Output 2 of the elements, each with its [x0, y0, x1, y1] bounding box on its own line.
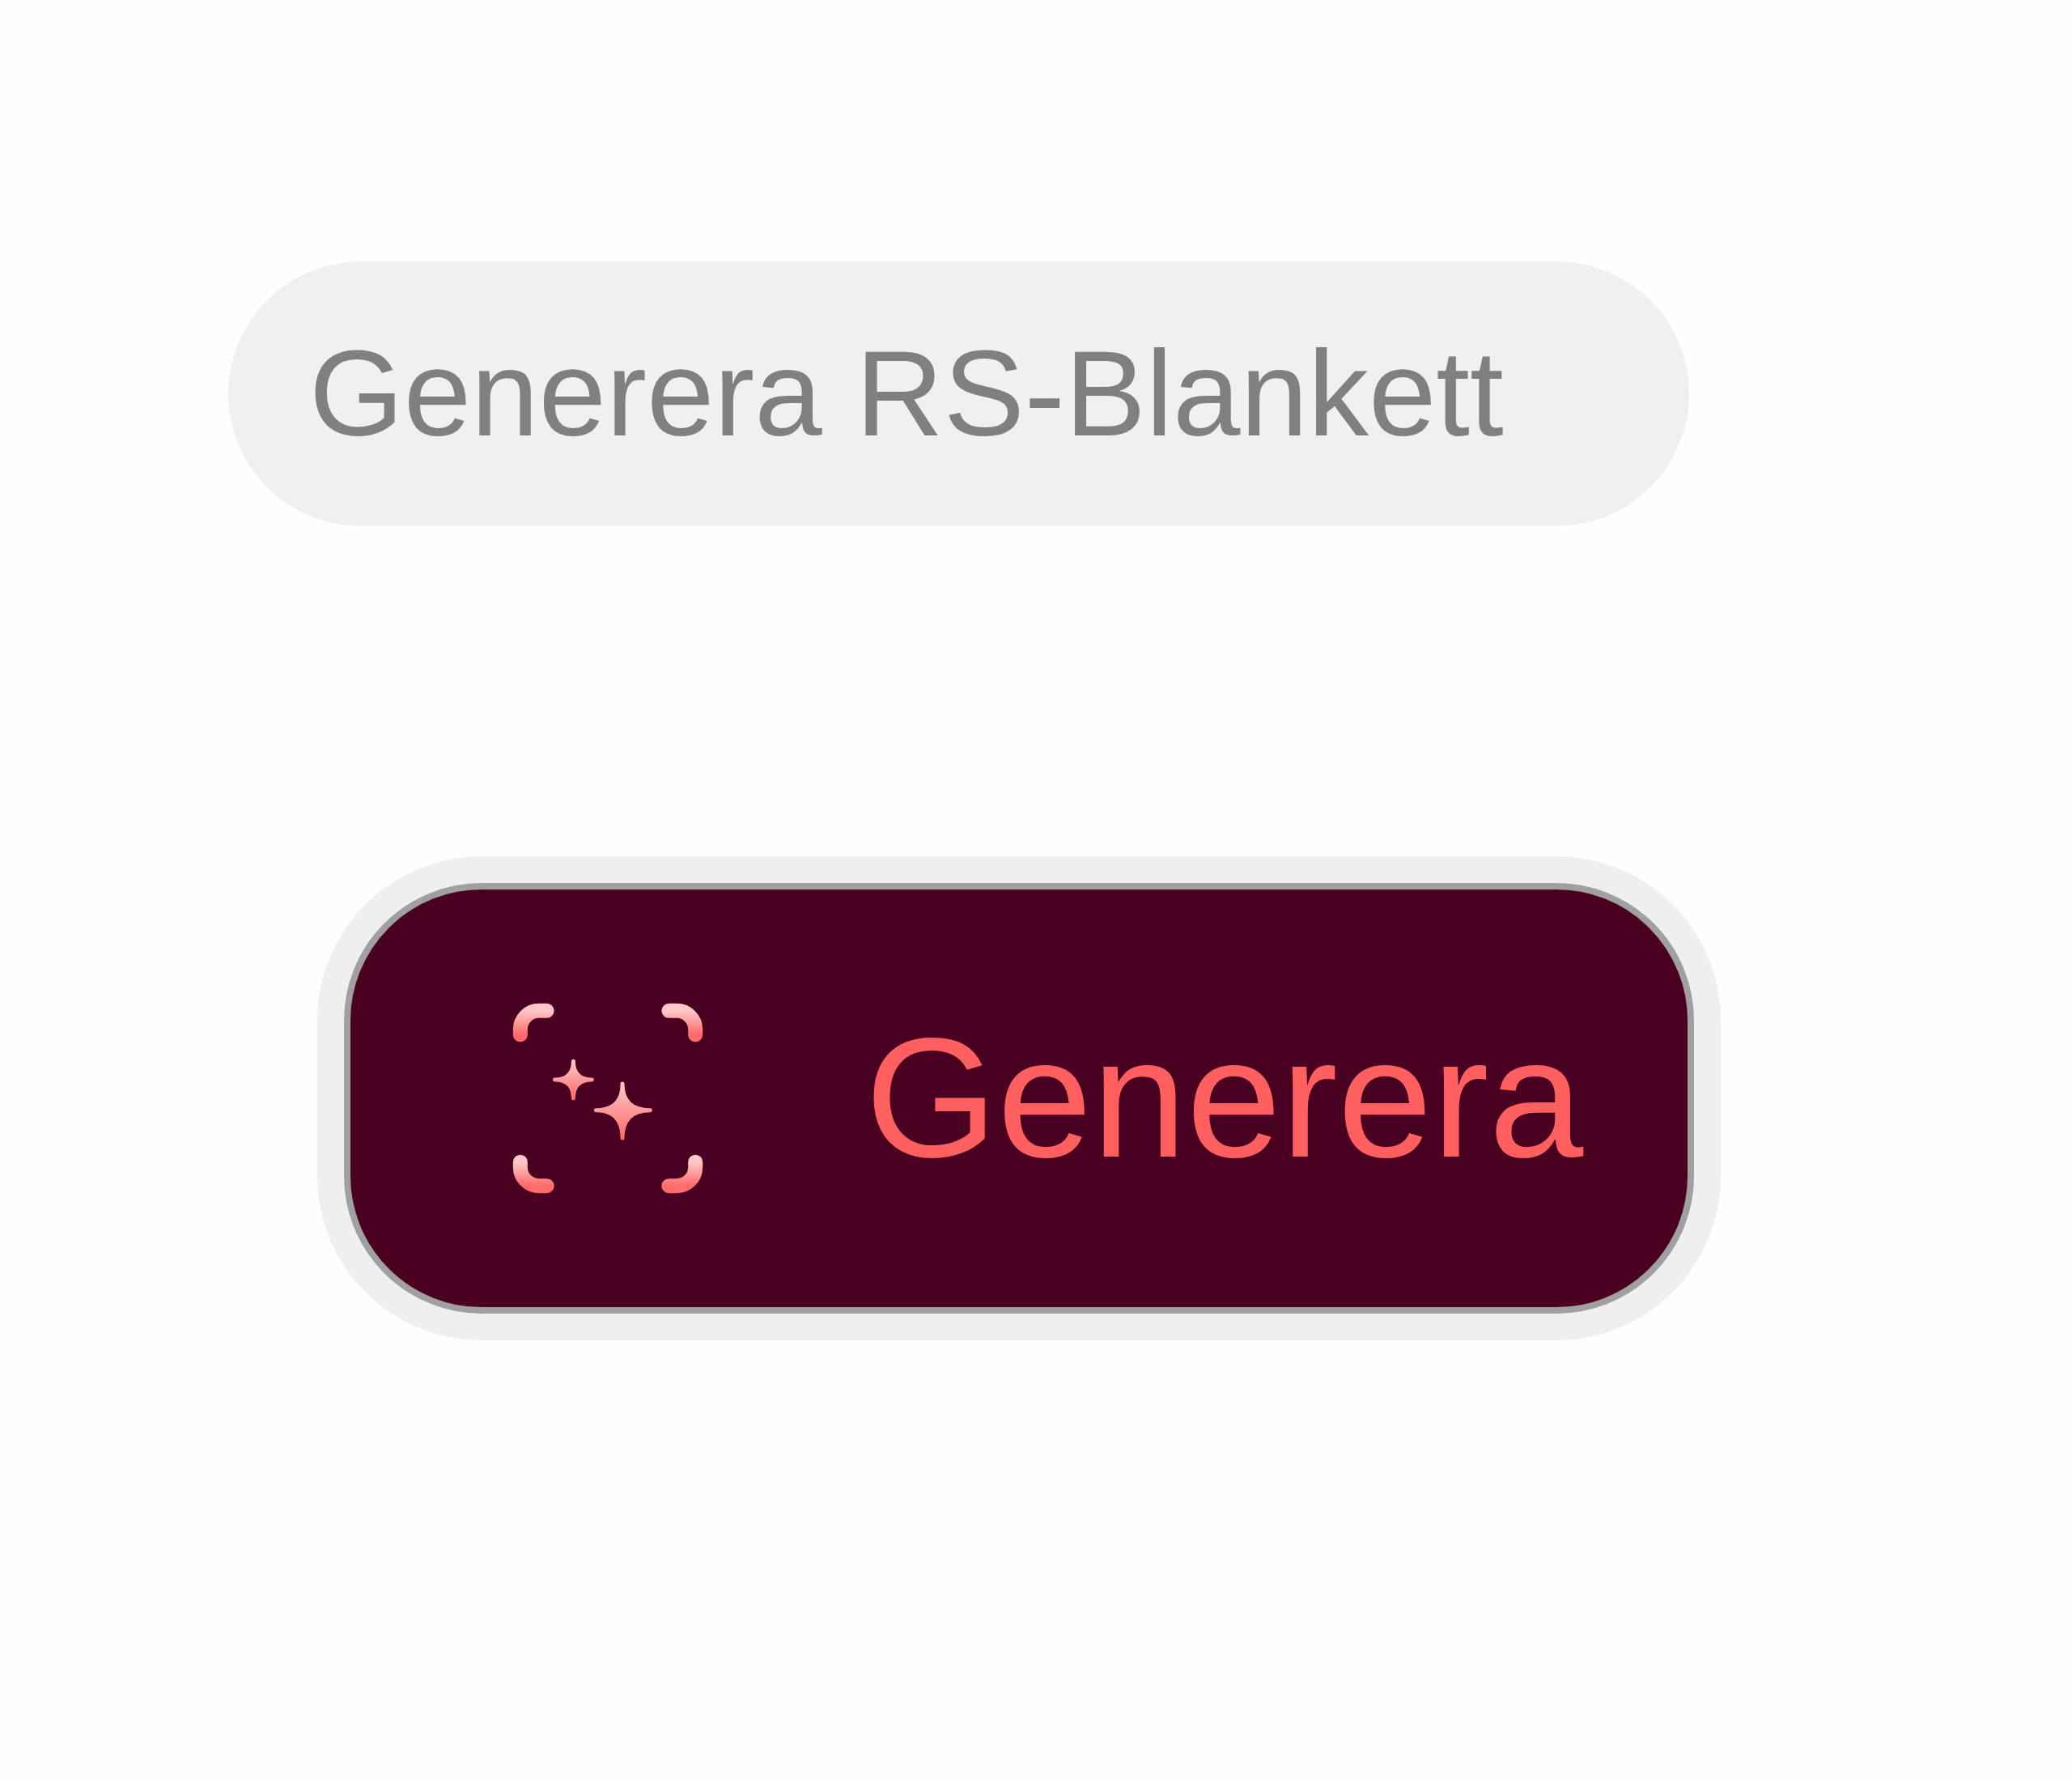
- generate-form-button[interactable]: Generera RS-Blankett: [228, 261, 1689, 526]
- sparkle-frame-icon: [512, 1003, 703, 1194]
